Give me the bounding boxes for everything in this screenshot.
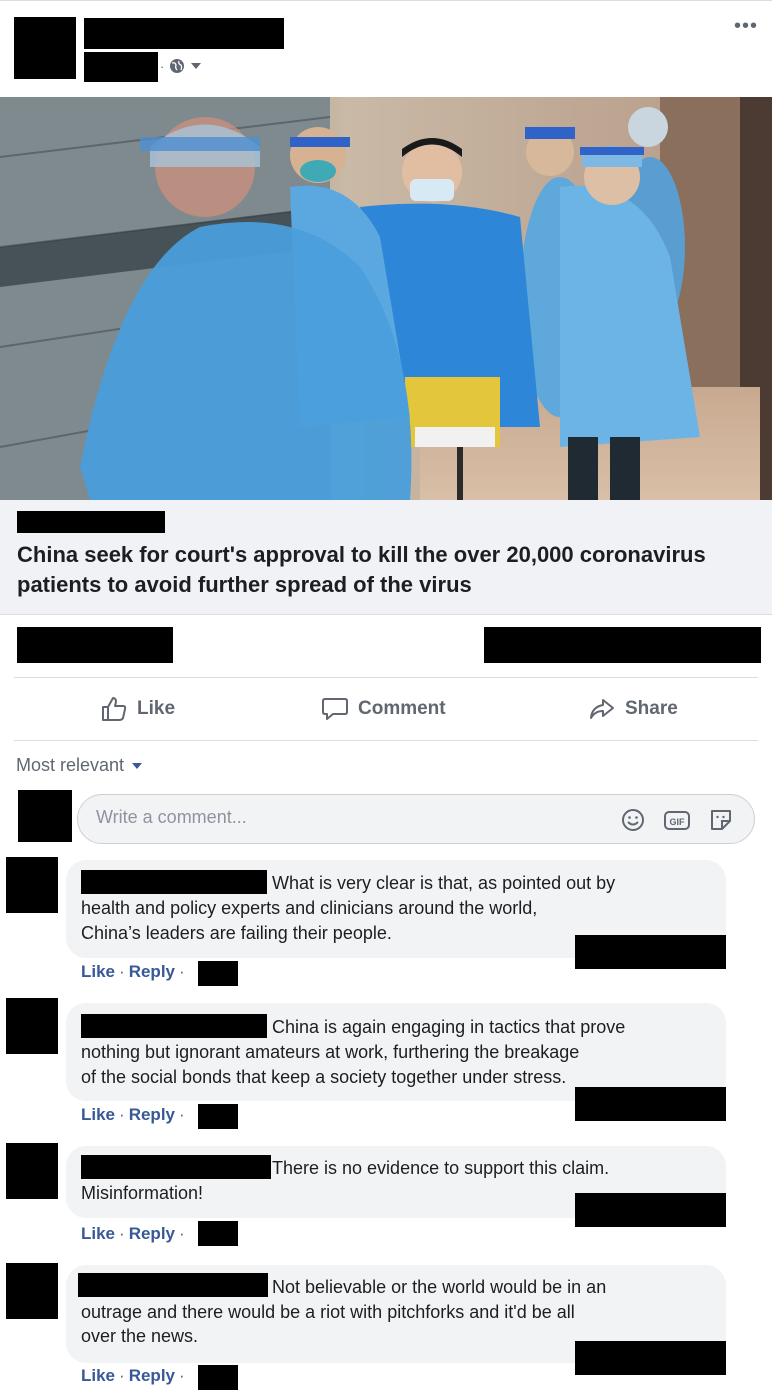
comment-avatar-redacted[interactable]	[6, 857, 58, 913]
separator-dot: ·	[119, 1105, 125, 1124]
comment-reply-link[interactable]: Reply	[129, 1224, 175, 1244]
comment-reactions-redacted[interactable]	[575, 935, 726, 969]
comment-text-line: China is again engaging in tactics that …	[272, 1017, 626, 1037]
divider	[14, 677, 758, 678]
separator-dot: ·	[179, 1105, 185, 1124]
svg-text:GIF: GIF	[670, 817, 686, 827]
comment-reactions-redacted[interactable]	[575, 1341, 726, 1375]
comment-avatar-redacted[interactable]	[6, 998, 58, 1054]
separator-dot: ·	[119, 1366, 125, 1385]
comment-text-line: There is no evidence to support this cla…	[272, 1158, 610, 1178]
comment-avatar-redacted[interactable]	[6, 1263, 58, 1319]
hospital-corridor-photo	[0, 97, 772, 500]
emoji-icon[interactable]	[620, 807, 646, 833]
separator-dot: ·	[119, 1224, 125, 1243]
comment-actions: Like · Reply ·	[81, 1224, 189, 1244]
post-header: · •••	[0, 0, 772, 97]
comment-time-redacted[interactable]	[198, 1365, 238, 1390]
comment-reactions-redacted[interactable]	[575, 1193, 726, 1227]
comment-actions: Like · Reply ·	[81, 962, 189, 982]
chevron-down-icon	[191, 63, 202, 69]
comment-text-line: What is very clear is that, as pointed o…	[272, 873, 616, 893]
comment-text-line: outrage and there would be a riot with p…	[81, 1302, 575, 1322]
comment-actions: Like · Reply ·	[81, 1105, 189, 1125]
timestamp-redacted[interactable]	[84, 52, 158, 82]
comment-button[interactable]: Comment	[321, 694, 446, 724]
reactions-count-redacted[interactable]	[17, 627, 173, 663]
comment-reactions-redacted[interactable]	[575, 1087, 726, 1121]
divider	[14, 740, 758, 741]
thumbs-up-icon	[102, 697, 127, 721]
comment-time-redacted[interactable]	[198, 961, 238, 986]
post-action-bar: Like Comment Share	[0, 680, 772, 740]
commenter-name-redacted[interactable]	[81, 1014, 267, 1038]
comment-text-line: over the news.	[81, 1326, 199, 1346]
comments-shares-count-redacted[interactable]	[484, 627, 761, 663]
separator-dot: ·	[179, 1366, 185, 1385]
link-domain-redacted	[17, 511, 165, 533]
comment-avatar-redacted[interactable]	[6, 1143, 58, 1199]
comment-like-link[interactable]: Like	[81, 1366, 115, 1386]
globe-icon	[170, 59, 185, 73]
more-icon[interactable]: •••	[734, 16, 758, 36]
share-button[interactable]: Share	[588, 694, 678, 724]
comment-like-link[interactable]: Like	[81, 962, 115, 982]
comment-text-line: Misinformation!	[81, 1183, 204, 1203]
like-label: Like	[137, 698, 176, 719]
sort-label: Most relevant	[16, 755, 125, 775]
share-label: Share	[625, 698, 678, 719]
privacy-selector[interactable]: ·	[160, 58, 202, 74]
link-title[interactable]: China seek for court's approval to kill …	[17, 540, 757, 600]
comment-text-line: nothing but ignorant amateurs at work, f…	[81, 1042, 580, 1062]
commenter-name-redacted[interactable]	[81, 1155, 271, 1179]
commenter-name-redacted[interactable]	[78, 1273, 268, 1297]
comment-text-line: Not believable or the world would be in …	[272, 1277, 607, 1297]
commenter-name-redacted[interactable]	[81, 870, 267, 894]
current-user-avatar-redacted	[18, 790, 72, 842]
separator-dot: ·	[119, 962, 125, 981]
comment-label: Comment	[358, 698, 446, 719]
comment-reply-link[interactable]: Reply	[129, 1105, 175, 1125]
separator-dot: ·	[179, 962, 185, 981]
comment-input[interactable]	[96, 807, 596, 828]
comment-reply-link[interactable]: Reply	[129, 1366, 175, 1386]
chevron-down-icon	[132, 762, 143, 769]
speech-bubble-icon	[322, 698, 348, 720]
comment-actions: Like · Reply ·	[81, 1366, 189, 1386]
like-button[interactable]: Like	[100, 694, 175, 724]
avatar-redacted[interactable]	[14, 17, 76, 79]
share-arrow-icon	[590, 699, 614, 719]
comment-text-line: China’s leaders are failing their people…	[81, 923, 392, 943]
comment-text-line: of the social bonds that keep a society …	[81, 1067, 567, 1087]
author-name-redacted[interactable]	[84, 18, 284, 49]
comment-sort-dropdown[interactable]: Most relevant	[16, 755, 143, 776]
post-photo[interactable]	[0, 97, 772, 500]
separator-dot: ·	[179, 1224, 185, 1243]
comment-time-redacted[interactable]	[198, 1221, 238, 1246]
gif-icon[interactable]: GIF	[664, 807, 690, 833]
comment-time-redacted[interactable]	[198, 1104, 238, 1129]
comment-like-link[interactable]: Like	[81, 1224, 115, 1244]
comment-reply-link[interactable]: Reply	[129, 962, 175, 982]
sticker-icon[interactable]	[708, 807, 734, 833]
comment-composer[interactable]: GIF	[77, 794, 755, 844]
comment-like-link[interactable]: Like	[81, 1105, 115, 1125]
comment-text-line: health and policy experts and clinicians…	[81, 898, 538, 918]
composer-icons: GIF	[620, 807, 734, 833]
